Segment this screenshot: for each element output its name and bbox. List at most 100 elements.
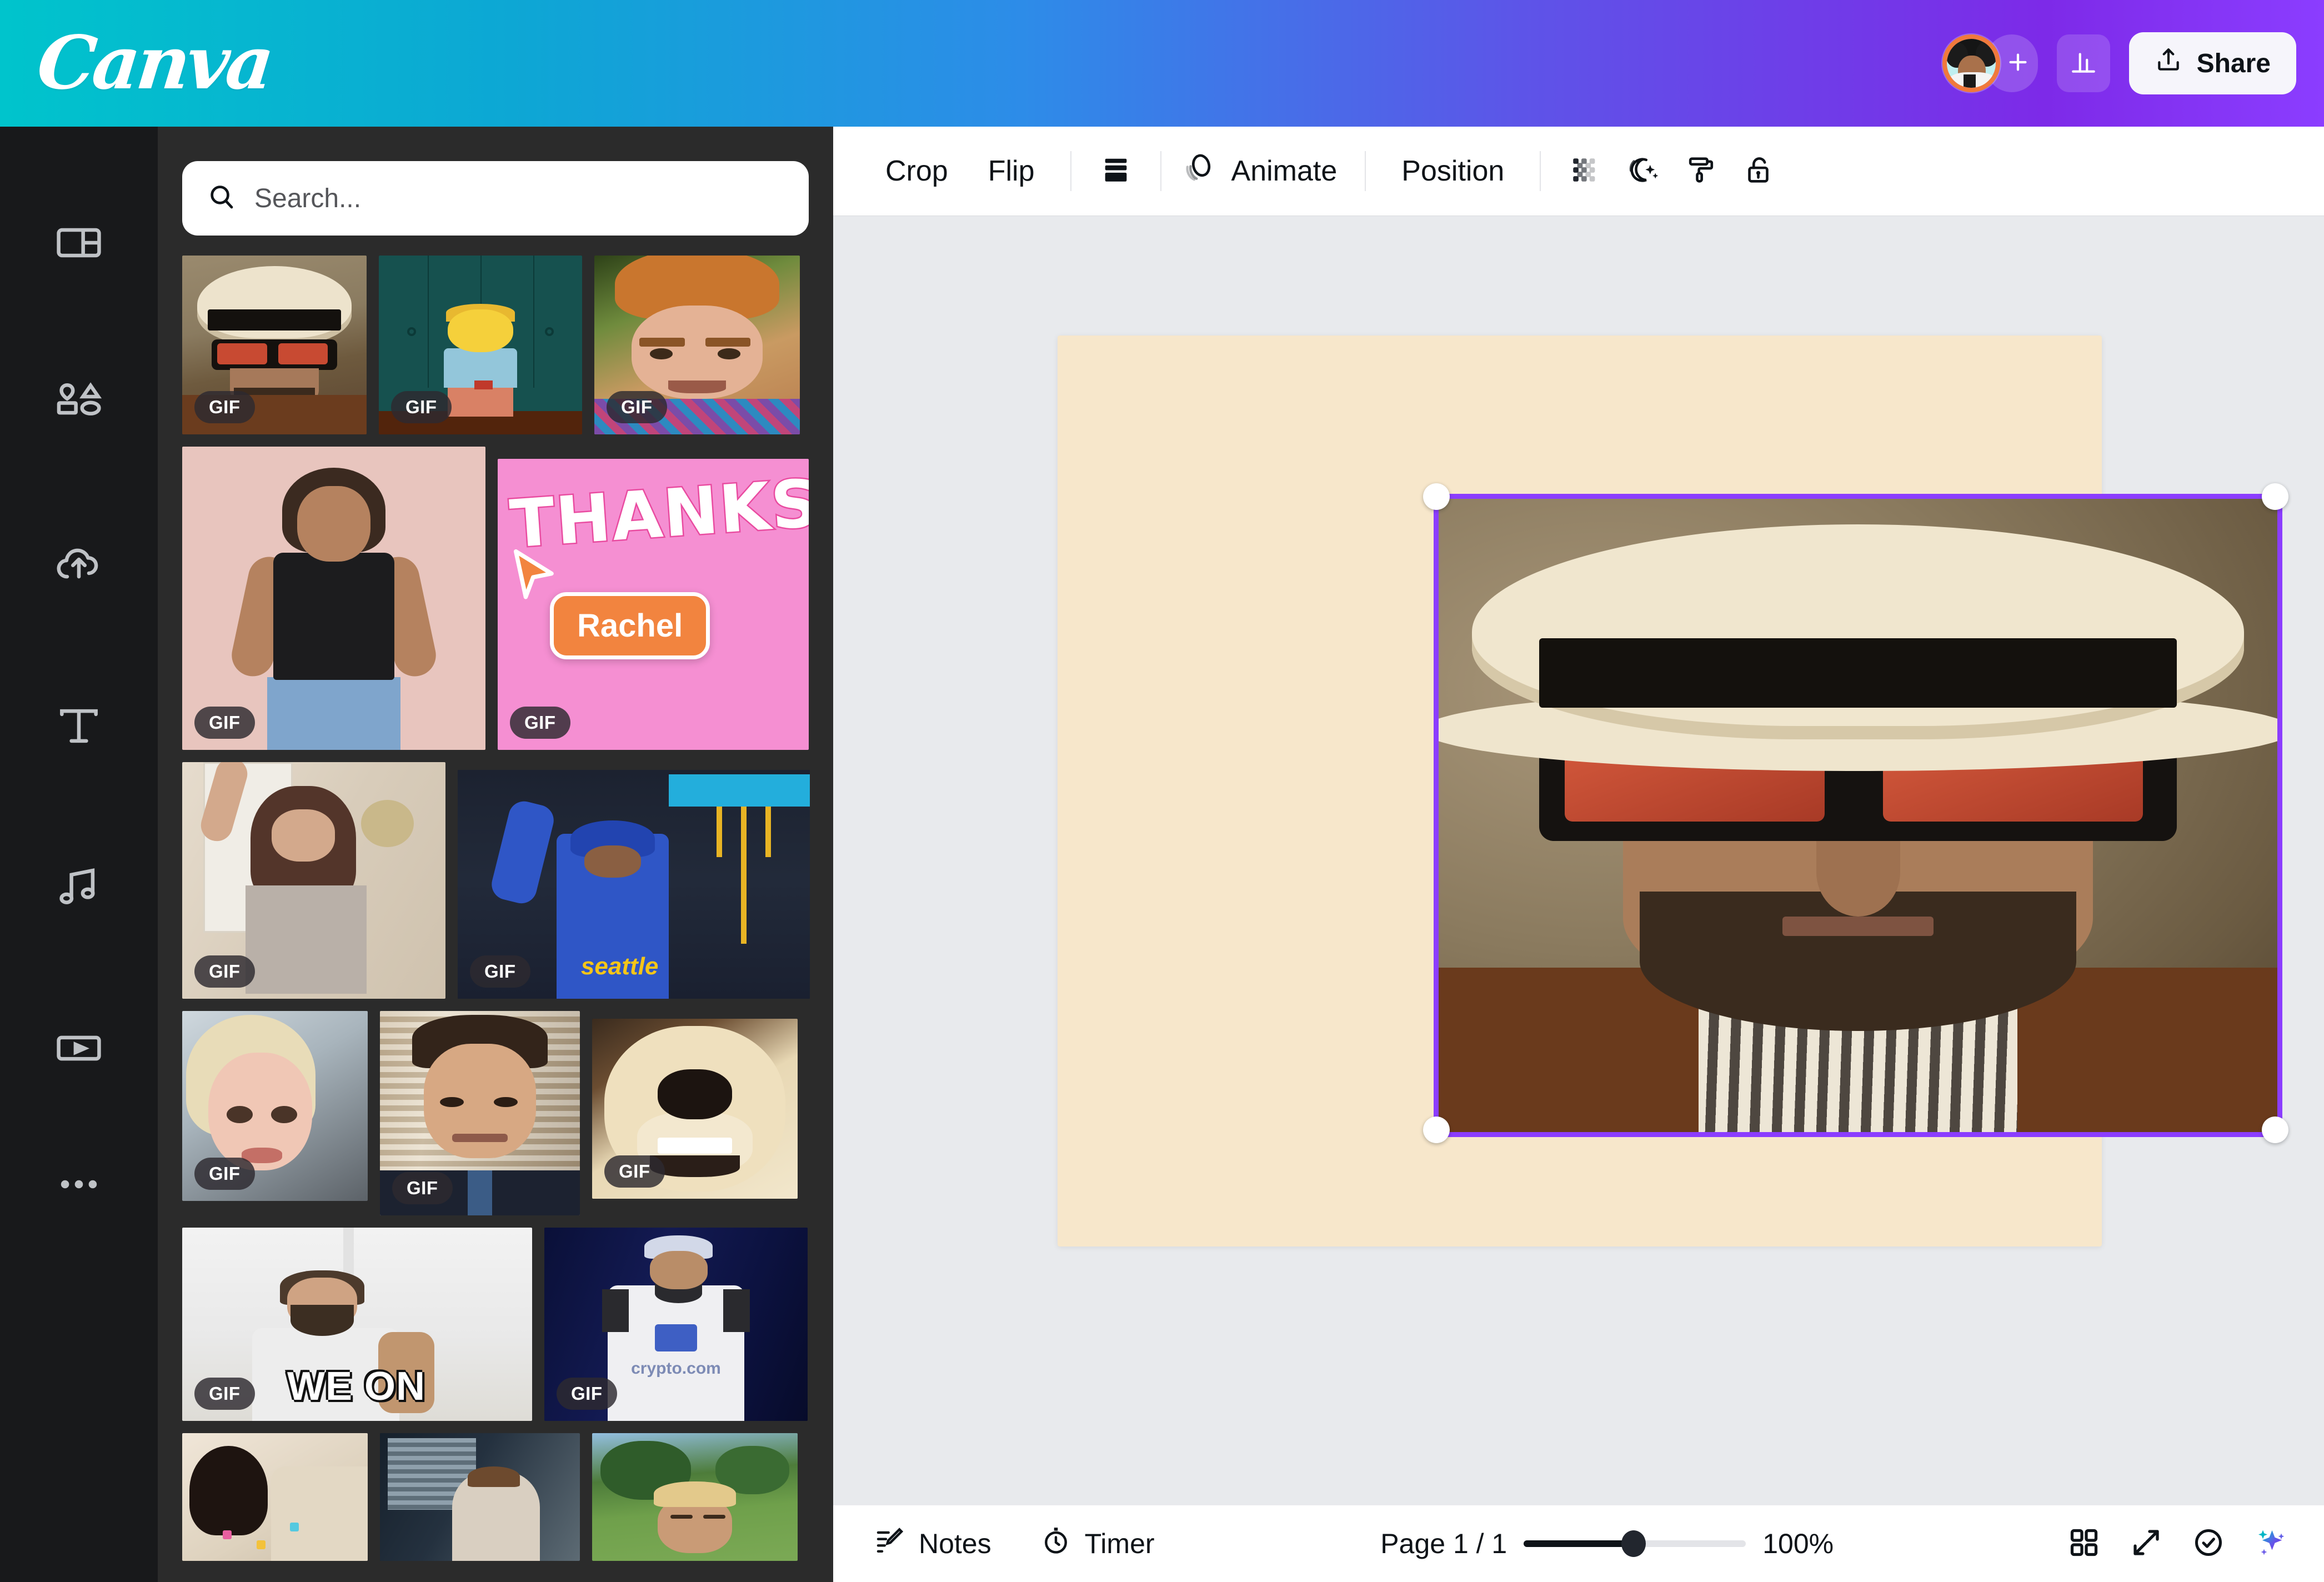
gif-row: GIF seattle GIF	[182, 762, 809, 999]
header-actions: Share	[1942, 32, 2296, 94]
gif-badge: GIF	[194, 1158, 255, 1190]
crop-button[interactable]: Crop	[865, 144, 968, 198]
gif-row: GIF GIF GIF	[182, 1011, 809, 1215]
layout-icon	[53, 217, 104, 271]
music-note-icon	[53, 862, 104, 915]
gif-badge: GIF	[510, 707, 570, 739]
page-zoom-controls: Page 1 / 1 100%	[1380, 1528, 1846, 1560]
share-button-label: Share	[2197, 48, 2271, 79]
gif-tile-ralph-wiggum[interactable]: GIF	[379, 256, 582, 434]
effects-button[interactable]	[1614, 144, 1672, 198]
sidebar-item-text[interactable]	[0, 647, 158, 808]
resize-handle-bottom-right[interactable]	[2262, 1117, 2288, 1143]
top-header-bar: Canva	[0, 0, 2324, 127]
gif-results-grid: GIF GIF GIF	[158, 256, 833, 1561]
timer-label: Timer	[1085, 1528, 1155, 1560]
sidebar-item-videos[interactable]	[0, 969, 158, 1130]
sidebar-item-more[interactable]	[0, 1130, 158, 1241]
animate-label: Animate	[1231, 154, 1338, 188]
paint-roller-icon	[1685, 154, 1717, 189]
share-button[interactable]: Share	[2129, 32, 2296, 94]
layers-icon	[1100, 154, 1132, 189]
gif-tile-chris-farley[interactable]: GIF	[594, 256, 800, 434]
gif-badge: GIF	[194, 1378, 255, 1410]
gif-tile-we-on-man[interactable]: WE ON GIF	[182, 1228, 532, 1421]
text-icon	[53, 700, 104, 754]
gif-badge: GIF	[607, 391, 667, 423]
bottom-right-actions	[2055, 1515, 2300, 1573]
gif-tile-seattle-team[interactable]: seattle GIF	[458, 770, 810, 999]
gif-caption-seattle: seattle	[549, 953, 690, 980]
sidebar-item-uploads[interactable]	[0, 485, 158, 647]
resize-handle-top-left[interactable]	[1423, 483, 1450, 510]
canva-logo[interactable]: Canva	[34, 27, 274, 100]
fullscreen-button[interactable]	[2117, 1515, 2175, 1573]
gif-tile-girl-confetti[interactable]	[182, 1433, 368, 1561]
notes-icon	[874, 1525, 905, 1563]
gif-tile-dancing-woman[interactable]: GIF	[182, 762, 445, 999]
magic-studio-button[interactable]	[2242, 1515, 2300, 1573]
notes-button[interactable]: Notes	[858, 1525, 1008, 1563]
video-play-icon	[53, 1023, 104, 1077]
sidebar-item-design[interactable]	[0, 163, 158, 324]
zoom-slider-fill	[1524, 1540, 1632, 1547]
gif-badge: GIF	[391, 391, 452, 423]
grid-view-button[interactable]	[2055, 1515, 2113, 1573]
toolbar-divider	[1365, 151, 1366, 191]
timer-button[interactable]: Timer	[1024, 1525, 1171, 1563]
toolbar-divider	[1070, 151, 1071, 191]
magic-studio-icon	[2254, 1526, 2287, 1562]
gif-badge: GIF	[557, 1378, 617, 1410]
search-container: Search...	[158, 127, 833, 256]
analytics-button[interactable]	[2057, 34, 2110, 92]
gif-tile-man-bed[interactable]	[380, 1433, 580, 1561]
avatar[interactable]	[1942, 34, 2000, 92]
grid-view-icon	[2067, 1526, 2101, 1562]
flip-button[interactable]: Flip	[968, 144, 1055, 198]
collaborator-group	[1942, 34, 2038, 92]
notes-label: Notes	[919, 1528, 991, 1560]
resize-handle-top-right[interactable]	[2262, 483, 2288, 510]
gif-tile-smiling-dog[interactable]: GIF	[592, 1019, 798, 1199]
layers-button[interactable]	[1087, 144, 1145, 198]
gif-badge: GIF	[194, 955, 255, 988]
design-page[interactable]	[1058, 336, 2102, 1246]
gif-tile-woman-pink[interactable]: GIF	[182, 447, 485, 750]
sidebar-item-elements[interactable]	[0, 324, 158, 485]
resize-handle-bottom-left[interactable]	[1423, 1117, 1450, 1143]
animate-icon	[1183, 151, 1217, 192]
gif-row: WE ON GIF crypto.com GIF	[182, 1228, 809, 1421]
zoom-level-label[interactable]: 100%	[1762, 1528, 1846, 1560]
toolbar-divider	[1160, 151, 1161, 191]
gif-badge: GIF	[194, 391, 255, 423]
paint-button[interactable]	[1672, 144, 1730, 198]
bar-chart-icon	[2070, 48, 2097, 79]
canva-editor-window: Canva	[0, 0, 2324, 1582]
gif-tile-toddler-side-eye[interactable]: GIF	[182, 1011, 368, 1201]
gif-caption-we-on: WE ON	[287, 1364, 504, 1409]
gif-tile-nic-cage-hat[interactable]: GIF	[182, 256, 367, 434]
gif-tile-michael-scott[interactable]: GIF	[380, 1011, 580, 1215]
gif-row: GIF THANKS GIF	[182, 447, 809, 750]
help-button[interactable]	[2180, 1515, 2237, 1573]
transparency-icon	[1569, 154, 1601, 189]
gif-caption-thanks: THANKS	[508, 467, 799, 563]
gif-tile-ufc-fighter[interactable]: crypto.com GIF	[544, 1228, 808, 1421]
position-button[interactable]: Position	[1381, 144, 1524, 198]
zoom-slider-knob[interactable]	[1621, 1530, 1646, 1557]
search-placeholder: Search...	[254, 183, 361, 214]
animate-button[interactable]: Animate	[1177, 151, 1350, 192]
check-circle-icon	[2192, 1526, 2225, 1562]
shapes-icon	[53, 378, 104, 432]
sidebar-item-audio[interactable]	[0, 808, 158, 969]
cloud-upload-icon	[53, 539, 104, 593]
zoom-slider[interactable]	[1524, 1540, 1746, 1548]
gif-row	[182, 1433, 809, 1561]
design-workspace[interactable]	[833, 216, 2324, 1504]
transparency-button[interactable]	[1556, 144, 1614, 198]
gif-tile-man-park-hat[interactable]	[592, 1433, 798, 1561]
search-input[interactable]: Search...	[182, 161, 809, 236]
gif-search-panel: Search... GIF GIF	[158, 127, 833, 1582]
lock-button[interactable]	[1730, 144, 1787, 198]
selected-gif-element[interactable]	[1439, 499, 2277, 1132]
